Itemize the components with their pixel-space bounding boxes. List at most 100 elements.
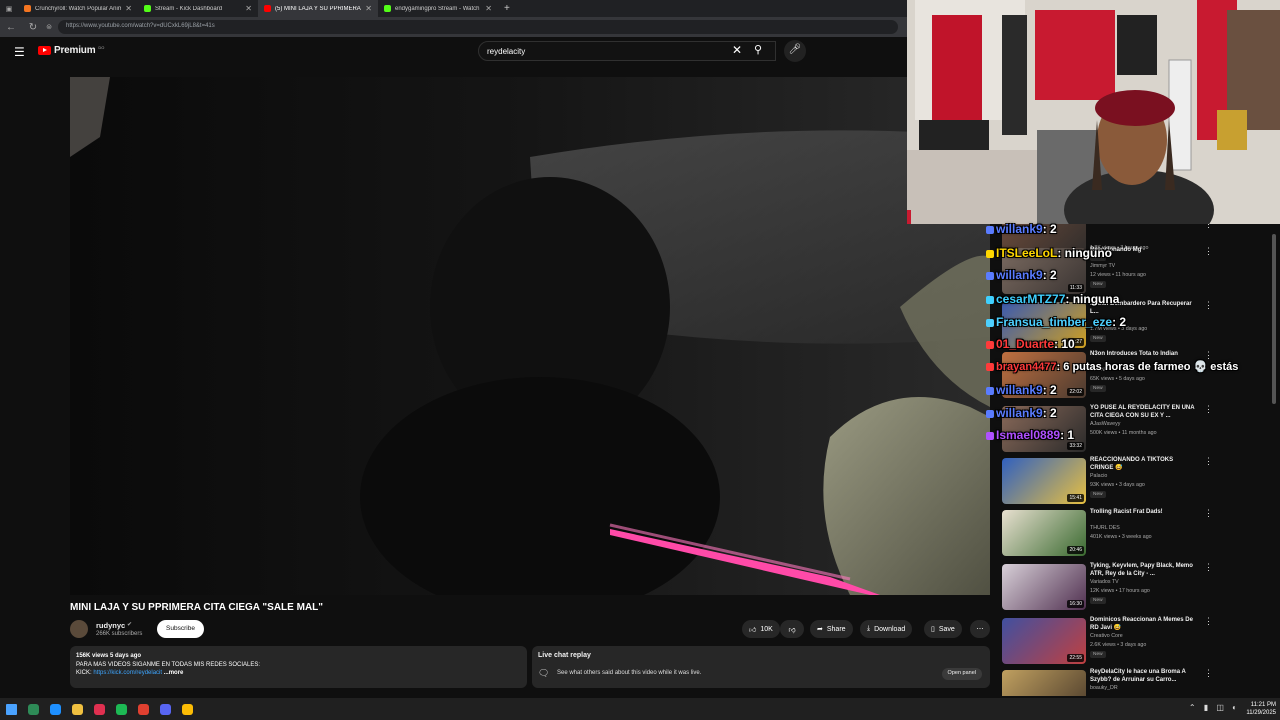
close-tab-icon[interactable]: ✕ <box>365 4 372 13</box>
video-title[interactable]: ReyDelaCity le hace una Broma A Szybb? d… <box>1090 668 1196 684</box>
url-field[interactable]: https://www.youtube.com/watch?v=dUCxkL69… <box>58 20 898 34</box>
recommended-video[interactable]: 15:41 REACCIONANDO A TIKTOKS CRINGE 😅 Pala… <box>1002 456 1268 506</box>
dislike-button[interactable]: 👎︎ <box>780 620 804 638</box>
tab-1[interactable]: Stream - Kick Dashboard ✕ <box>138 0 258 17</box>
save-button[interactable]: ▯ Save <box>924 620 962 638</box>
channel-name[interactable]: Jimmyr TV <box>1090 263 1115 269</box>
chrome-alt-icon[interactable] <box>132 698 154 720</box>
channel-name[interactable]: Variados TV <box>1090 579 1119 585</box>
video-thumbnail[interactable]: 20:46 <box>1002 510 1086 556</box>
more-vert-icon[interactable]: ⋮ <box>1204 246 1213 257</box>
back-icon[interactable]: ← <box>0 22 22 33</box>
more-vert-icon[interactable]: ⋮ <box>1204 562 1213 573</box>
video-duration: 33:32 <box>1067 442 1084 450</box>
tab-3[interactable]: endygamingpro Stream - Watch ✕ <box>378 0 498 17</box>
video-thumbnail[interactable]: 15:41 <box>1002 458 1086 504</box>
recommended-video[interactable]: 22:55 Dominicos Reaccionan A Memes De RD … <box>1002 616 1268 666</box>
new-tab-button[interactable]: + <box>504 3 510 14</box>
system-tray[interactable]: ⌃ ▮ ◫ ◐ <box>1189 703 1240 712</box>
video-title[interactable]: Dominicos Reaccionan A Memes De RD Javi … <box>1090 616 1196 632</box>
more-vert-icon[interactable]: ⋮ <box>1204 616 1213 627</box>
video-duration: 22:02 <box>1067 388 1084 396</box>
site-info-icon[interactable]: ⊜ <box>44 23 54 31</box>
video-title[interactable]: Tyking, Keyvlem, Papy Black, Memo ATR, R… <box>1090 562 1196 578</box>
recommended-video[interactable]: ReyDelaCity le hace una Broma A Szybb? d… <box>1002 668 1268 696</box>
verified-icon: ✔ <box>127 622 133 628</box>
recommended-video[interactable]: 22:02 N3on Introduces Tota to Indian N3ON 6… <box>1002 350 1268 400</box>
recommended-video[interactable]: 20:46 Trolling Racist Frat Dads! THURL DES… <box>1002 508 1268 558</box>
app-red-icon[interactable] <box>88 698 110 720</box>
video-thumbnail[interactable]: 33:32 <box>1002 406 1086 452</box>
download-button[interactable]: ⤓ Download <box>860 620 913 638</box>
video-thumbnail[interactable]: 16:30 <box>1002 564 1086 610</box>
clear-search-icon[interactable]: ✕ <box>732 43 742 57</box>
chrome-icon[interactable] <box>176 698 198 720</box>
more-vert-icon[interactable]: ⋮ <box>1204 300 1213 311</box>
scrollbar-thumb[interactable] <box>1272 234 1276 404</box>
edge-icon[interactable] <box>44 698 66 720</box>
kick-link[interactable]: https://kick.com/reydelacit <box>93 670 162 676</box>
tab-2[interactable]: (5) MINI LAJA Y SU PPRIMERA CI ✕ <box>258 0 378 17</box>
spotify-icon[interactable] <box>110 698 132 720</box>
video-title[interactable]: N3on Introduces Tota to Indian <box>1090 350 1196 358</box>
channel-name[interactable]: Creativo Core <box>1090 633 1123 639</box>
tab-0[interactable]: Crunchyroll: Watch Popular Anim ✕ <box>18 0 138 17</box>
discord-icon[interactable] <box>154 698 176 720</box>
channel-name[interactable]: AJasWaveyy <box>1090 421 1120 427</box>
explorer-icon[interactable] <box>22 698 44 720</box>
clock[interactable]: 11:21 PM 11/29/2025 <box>1246 701 1276 717</box>
close-tab-icon[interactable]: ✕ <box>245 4 252 13</box>
recommended-video[interactable]: 33:32 YO PUSE AL REYDELACITY EN UNA CITA … <box>1002 404 1268 454</box>
kick-prefix: KICK: <box>76 670 92 676</box>
video-thumbnail[interactable]: 31:27 <box>1002 302 1086 348</box>
more-actions-button[interactable]: ⋯ <box>970 620 990 638</box>
close-tab-icon[interactable]: ✕ <box>125 4 132 13</box>
video-title[interactable]: Reaccionando Mg <box>1090 246 1196 254</box>
like-count: 10K <box>760 625 773 633</box>
files-icon[interactable] <box>66 698 88 720</box>
tab-favicon-icon <box>384 5 391 12</box>
search-icon[interactable]: ⚲ <box>754 43 762 56</box>
more-vert-icon[interactable]: ⋮ <box>1204 456 1213 467</box>
more-vert-icon[interactable]: ⋮ <box>1204 350 1213 361</box>
more-vert-icon[interactable]: ⋮ <box>1204 224 1213 230</box>
more-vert-icon[interactable]: ⋮ <box>1204 508 1213 519</box>
subscribe-button[interactable]: Subscribe <box>157 620 204 638</box>
recommended-video[interactable]: 16:30 Tyking, Keyvlem, Papy Black, Memo A… <box>1002 562 1268 612</box>
video-title[interactable]: YO PUSE AL REYDELACITY EN UNA CITA CIEGA… <box>1090 404 1196 420</box>
open-panel-button[interactable]: Open panel <box>941 668 982 680</box>
more-link[interactable]: ...more <box>162 670 184 676</box>
share-button[interactable]: ➦ Share <box>810 620 853 638</box>
video-thumbnail[interactable] <box>1002 670 1086 696</box>
youtube-logo[interactable]: Premium DO <box>38 45 104 56</box>
channel-name[interactable]: N3ON <box>1090 367 1105 373</box>
channel-name[interactable]: THURL DES <box>1090 525 1120 531</box>
video-title[interactable]: Trolling Racist Frat Dads! <box>1090 508 1196 516</box>
menu-icon[interactable]: ☰ <box>14 45 25 59</box>
start-icon[interactable] <box>0 698 22 720</box>
channel-name[interactable]: rudynyc <box>96 621 125 630</box>
sidebar-scrollbar[interactable] <box>1271 224 1277 404</box>
channel-name[interactable]: Palacio <box>1090 473 1107 479</box>
tab-favicon-icon <box>144 5 151 12</box>
video-thumbnail[interactable]: 22:02 <box>1002 352 1086 398</box>
reload-icon[interactable]: ↻ <box>22 22 44 33</box>
channel-name[interactable]: boauky_DR <box>1090 685 1118 691</box>
description-box[interactable]: 156K views 5 days ago PARA MAS VIDEOS SI… <box>70 646 527 688</box>
like-button[interactable]: 👍︎ 10K <box>742 620 780 638</box>
video-thumbnail[interactable]: 22:55 <box>1002 618 1086 664</box>
new-badge: New <box>1090 491 1106 498</box>
close-tab-icon[interactable]: ✕ <box>485 4 492 13</box>
bookmark-icon: ▯ <box>931 626 935 633</box>
recommended-video[interactable]: 11:33 Reaccionando Mg Jimmyr TV 12 views • … <box>1002 246 1268 296</box>
more-vert-icon[interactable]: ⋮ <box>1204 404 1213 415</box>
save-label: Save <box>938 625 955 633</box>
channel-avatar[interactable] <box>70 620 88 638</box>
recommended-video[interactable]: 31:27 Habibi Bombardero Para Recuperar L.… <box>1002 300 1268 350</box>
video-player[interactable] <box>70 77 990 595</box>
video-thumbnail[interactable]: 11:33 <box>1002 248 1086 294</box>
more-vert-icon[interactable]: ⋮ <box>1204 668 1213 679</box>
mic-icon[interactable]: 🎤︎ <box>784 40 806 62</box>
video-title[interactable]: REACCIONANDO A TIKTOKS CRINGE 😅 <box>1090 456 1196 472</box>
video-title[interactable]: Habibi Bombardero Para Recuperar L... <box>1090 300 1196 316</box>
